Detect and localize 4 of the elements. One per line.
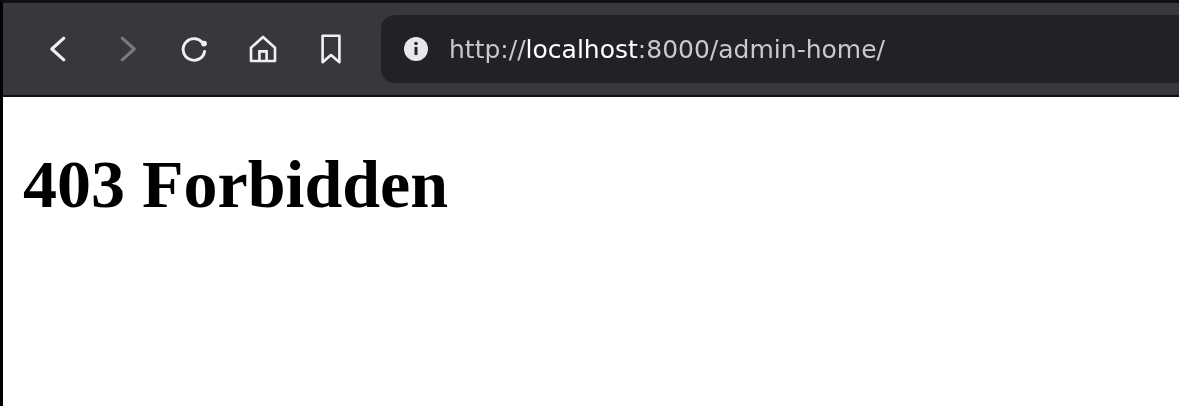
url-text: http://localhost:8000/admin-home/ bbox=[449, 34, 885, 64]
info-icon[interactable] bbox=[403, 36, 429, 62]
address-bar[interactable]: http://localhost:8000/admin-home/ bbox=[381, 15, 1179, 83]
page-heading: 403 Forbidden bbox=[23, 145, 450, 224]
